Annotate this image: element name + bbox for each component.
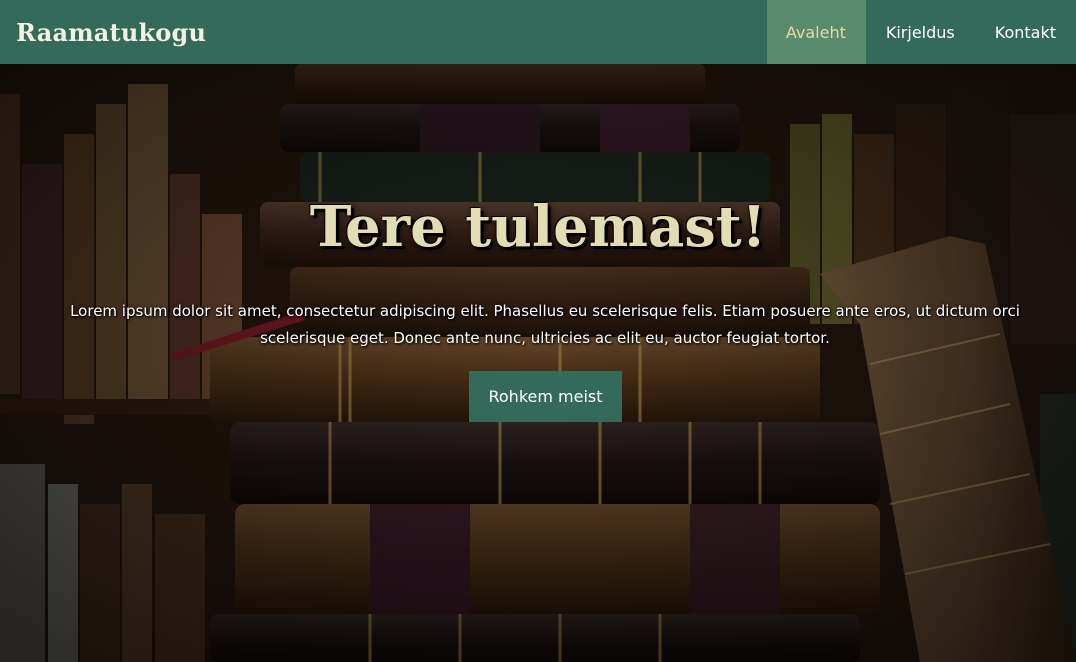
- nav-item-contact[interactable]: Kontakt: [975, 0, 1076, 64]
- hero-content: Tere tulemast! Lorem ipsum dolor sit ame…: [0, 64, 1076, 662]
- hero-description: Lorem ipsum dolor sit amet, consectetur …: [70, 302, 1020, 347]
- main-nav: Avaleht Kirjeldus Kontakt: [766, 0, 1076, 64]
- hero-section: Tere tulemast! Lorem ipsum dolor sit ame…: [0, 64, 1076, 662]
- hero-title: Tere tulemast!: [309, 194, 767, 260]
- brand-logo[interactable]: Raamatukogu: [16, 18, 206, 47]
- nav-item-home[interactable]: Avaleht: [766, 0, 866, 64]
- navbar: Raamatukogu Avaleht Kirjeldus Kontakt: [0, 0, 1076, 64]
- more-about-us-button[interactable]: Rohkem meist: [469, 371, 622, 422]
- nav-item-description[interactable]: Kirjeldus: [866, 0, 975, 64]
